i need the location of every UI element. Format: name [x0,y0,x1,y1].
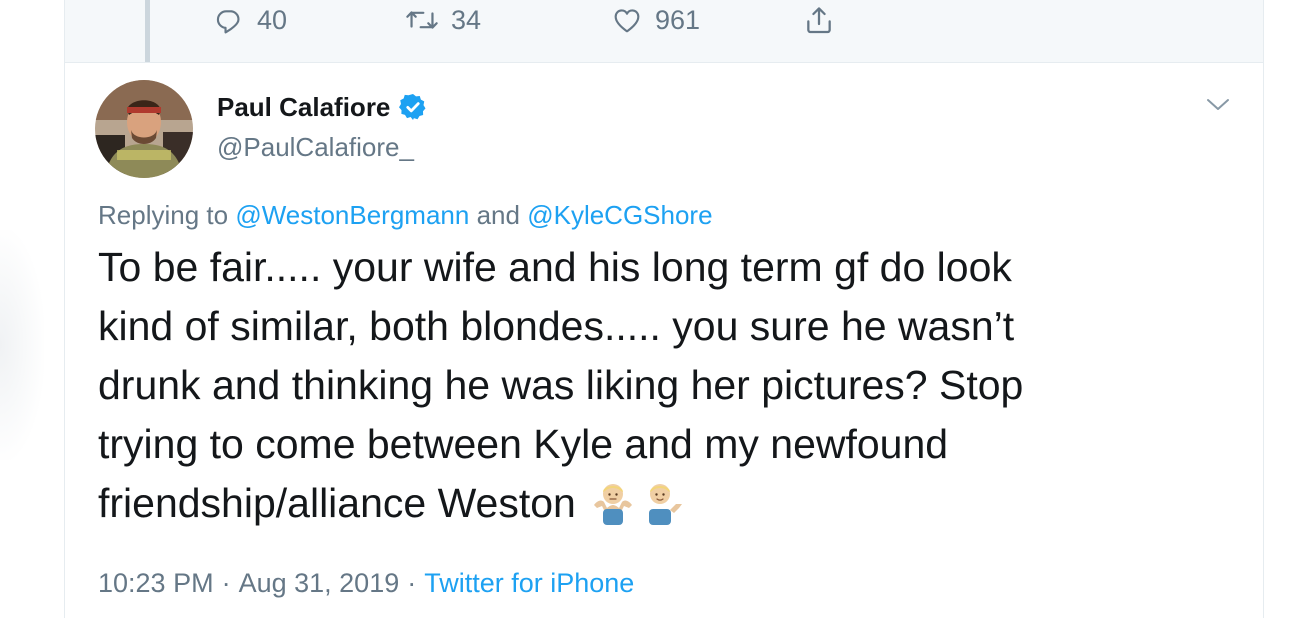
separator: · [221,568,231,598]
tweet-card: 40 34 961 Paul Calafiore @PaulCalafiore_… [64,0,1264,618]
author-info[interactable]: Paul Calafiore @PaulCalafiore_ [217,90,428,163]
verified-badge-icon [398,92,428,122]
tweet-text-line: To be fair..... your wife and his long t… [98,244,1012,290]
tweet-text-line: drunk and thinking he was liking her pic… [98,362,1024,408]
tweet-text-line: kind of similar, both blondes..... you s… [98,303,1015,349]
share-icon [803,4,835,36]
tipping-hand-emoji-icon [640,479,690,525]
avatar[interactable] [95,80,193,178]
tweet-text-line: trying to come between Kyle and my newfo… [98,421,949,467]
like-count: 961 [655,4,701,35]
reply-icon [213,4,245,36]
replying-prefix: Replying to [98,200,229,230]
replying-to: Replying to @WestonBergmann and @KyleCGS… [98,200,713,231]
tweet-date[interactable]: Aug 31, 2019 [239,568,400,598]
parent-tweet: 40 34 961 [65,0,1263,63]
shrug-emoji-icon [590,479,640,525]
more-options-button[interactable] [1205,96,1231,119]
chevron-down-icon [1205,99,1231,118]
separator: · [407,568,417,598]
display-name[interactable]: Paul Calafiore [217,92,390,123]
reply-button[interactable]: 40 [213,4,287,36]
tweet-text-line: friendship/alliance Weston [98,480,576,526]
heart-icon [611,4,643,36]
handle[interactable]: @PaulCalafiore_ [217,132,428,163]
side-shadow [0,230,44,460]
retweet-button[interactable]: 34 [405,4,481,36]
share-button[interactable] [803,4,835,36]
thread-line [145,0,150,62]
tweet-time[interactable]: 10:23 PM [98,568,214,598]
emoji-group [590,479,690,525]
tweet-meta: 10:23 PM · Aug 31, 2019 · Twitter for iPhone [98,568,634,599]
tweet-text: To be fair..... your wife and his long t… [98,238,1198,533]
reply-count: 40 [257,4,288,35]
mention-weston[interactable]: @WestonBergmann [235,200,469,230]
like-button[interactable]: 961 [611,4,700,36]
display-name-row: Paul Calafiore [217,90,428,124]
page: 40 34 961 Paul Calafiore @PaulCalafiore_… [0,0,1290,618]
retweet-count: 34 [451,4,482,35]
replying-and: and [476,200,520,230]
tweet-text-last-line: friendship/alliance Weston [98,474,1198,533]
retweet-icon [405,4,439,36]
tweet-source[interactable]: Twitter for iPhone [424,568,634,598]
mention-kyle[interactable]: @KyleCGShore [527,200,712,230]
